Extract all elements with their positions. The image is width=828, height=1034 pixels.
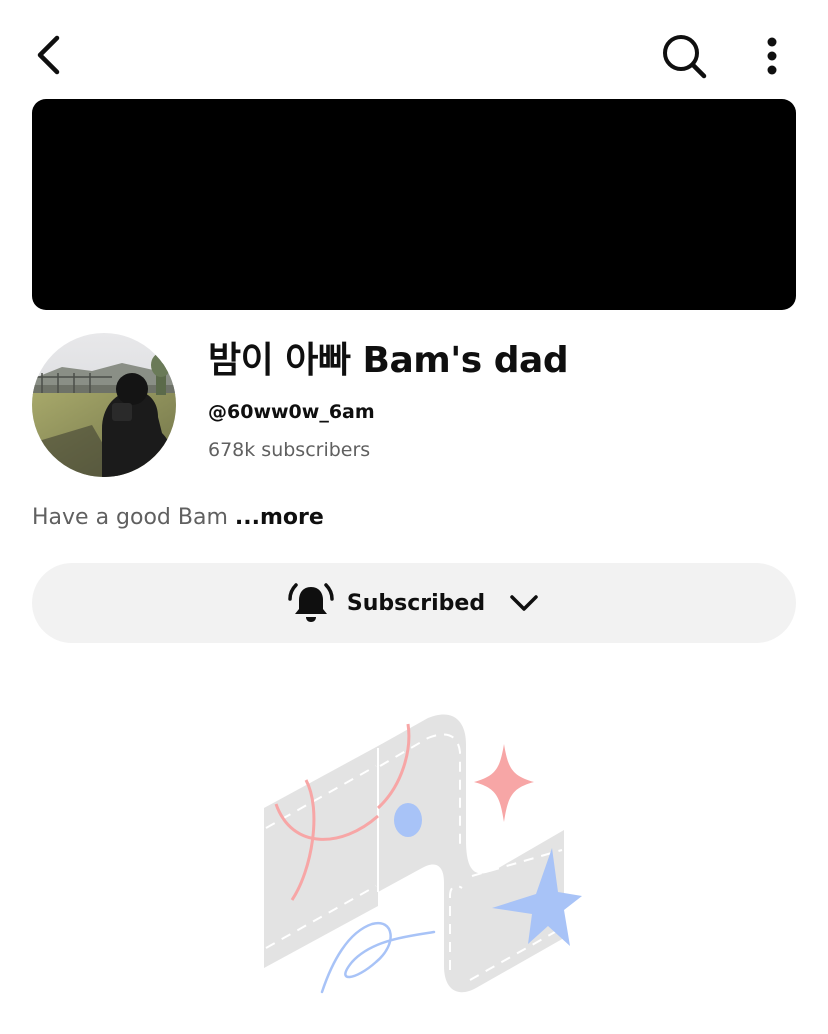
channel-description[interactable]: Have a good Bam ...more [32, 502, 324, 534]
subscribed-button[interactable]: Subscribed [32, 563, 796, 643]
channel-name: 밤이 아빠 Bam's dad [208, 340, 569, 381]
chevron-left-icon [37, 35, 60, 75]
more-options-button[interactable] [750, 30, 794, 82]
search-button[interactable] [656, 28, 712, 84]
search-icon [663, 35, 707, 79]
description-text: Have a good Bam [32, 505, 235, 530]
top-app-bar [0, 0, 828, 100]
subscribed-label: Subscribed [346, 590, 486, 616]
chevron-down-icon [507, 586, 541, 620]
back-button[interactable] [26, 30, 70, 80]
channel-avatar[interactable] [32, 333, 176, 477]
channel-handle: @60ww0w_6am [208, 401, 375, 423]
avatar-photo [32, 333, 176, 477]
more-vertical-icon [767, 37, 777, 75]
subscriber-count: 678k subscribers [208, 439, 371, 461]
more-link[interactable]: ...more [235, 505, 324, 530]
bell-ringing-icon [287, 579, 335, 627]
channel-banner [32, 99, 796, 310]
empty-state-illustration [252, 700, 582, 1000]
